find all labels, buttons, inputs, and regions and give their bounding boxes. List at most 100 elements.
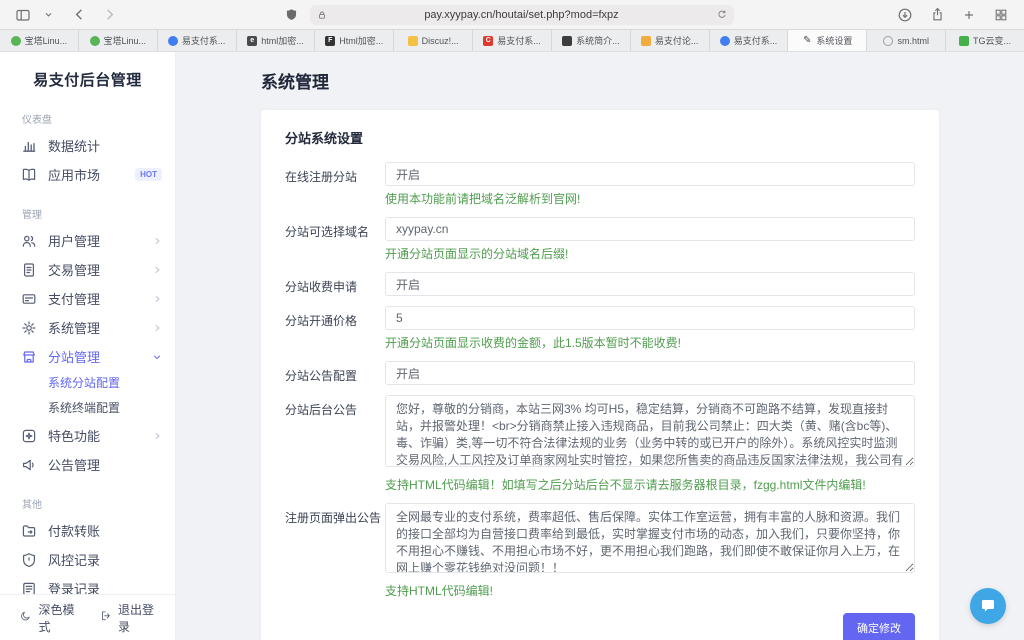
notice-config-input[interactable] [385, 361, 915, 385]
back-button[interactable] [68, 4, 90, 26]
field-hint: 开通分站页面显示收费的金额，此1.5版本暂时不能收费! [385, 334, 915, 351]
page-title: 系统管理 [261, 68, 939, 93]
register-popup-textarea[interactable]: 全网最专业的支付系统，费率超低、售后保障。实体工作室运营，拥有丰富的人脉和资源。… [385, 503, 915, 573]
sidebar-item-label: 分站管理 [48, 347, 152, 366]
book-icon [21, 167, 37, 183]
tab-label: sm.html [897, 36, 929, 46]
sidebar-item-label: 数据统计 [48, 136, 162, 155]
sidebar-item-features[interactable]: 特色功能 [0, 421, 175, 450]
sidebar-item-market[interactable]: 应用市场 HOT [0, 160, 175, 189]
card-icon [21, 291, 37, 307]
field-label: 分站开通价格 [285, 306, 385, 351]
field-hint: 开通分站页面显示的分站域名后缀! [385, 245, 915, 262]
baota-favicon [11, 36, 21, 46]
sidebar-item-label: 风控记录 [48, 550, 162, 569]
form-row: 分站收费申请 [285, 272, 915, 296]
online-register-input[interactable] [385, 162, 915, 186]
sidebar-item-risk[interactable]: 风控记录 [0, 545, 175, 574]
tab-label: 易支付系... [182, 34, 226, 47]
lock-icon [317, 10, 327, 20]
speaker-icon [21, 457, 37, 473]
tab-epay-forum[interactable]: 易支付论... [631, 30, 710, 51]
sidebar-item-pay[interactable]: 支付管理 [0, 284, 175, 313]
bar-chart-icon [21, 138, 37, 154]
logout-label: 退出登录 [118, 601, 155, 635]
tab-system-settings-active[interactable]: ✎系统设置 [788, 30, 867, 51]
logout-button[interactable]: 退出登录 [100, 601, 156, 635]
sidebar-item-system[interactable]: 系统管理 [0, 313, 175, 342]
chevron-right-icon [152, 294, 162, 304]
tab-label: html加密... [261, 34, 304, 47]
address-bar[interactable]: pay.xyypay.cn/houtai/set.php?mod=fxpz [310, 5, 734, 25]
downloads-button[interactable] [894, 4, 916, 26]
tab-tg-cloud[interactable]: TG云变... [946, 30, 1024, 51]
tab-sm-html[interactable]: sm.html [867, 30, 946, 51]
tab-discuz[interactable]: Discuz!... [394, 30, 473, 51]
refresh-button[interactable] [716, 9, 727, 20]
tab-label: 易支付系... [497, 34, 541, 47]
field-hint: 支持HTML代码编辑！如填写之后分站后台不显示请去服务器根目录，fzgg.htm… [385, 476, 915, 493]
url-text: pay.xyypay.cn/houtai/set.php?mod=fxpz [327, 9, 716, 21]
card-title: 分站系统设置 [285, 128, 915, 147]
sidebar-item-label: 系统管理 [48, 318, 152, 337]
sidebar-subitem-terminal-config[interactable]: 系统终端配置 [0, 396, 175, 421]
discuz-favicon [408, 36, 418, 46]
tab-epay-2[interactable]: C易支付系... [473, 30, 552, 51]
sidebar-item-label: 支付管理 [48, 289, 152, 308]
field-label: 分站可选择域名 [285, 217, 385, 262]
tab-label: 系统简介... [576, 34, 620, 47]
field-hint: 支持HTML代码编辑! [385, 582, 915, 599]
tab-label: Html加密... [339, 34, 383, 47]
sidebar-item-loginlog[interactable]: 登录记录 [0, 574, 175, 594]
file-icon [21, 262, 37, 278]
fee-apply-input[interactable] [385, 272, 915, 296]
forum-favicon [641, 36, 651, 46]
chevron-right-icon [152, 431, 162, 441]
form-row: 注册页面弹出公告 全网最专业的支付系统，费率超低、售后保障。实体工作室运营，拥有… [285, 503, 915, 599]
chevron-down-icon[interactable] [42, 4, 54, 26]
browser-chrome: pay.xyypay.cn/houtai/set.php?mod=fxpz [0, 0, 1024, 30]
sidebar-item-notice[interactable]: 公告管理 [0, 450, 175, 479]
tab-system-intro[interactable]: 系统简介... [552, 30, 631, 51]
form-row: 在线注册分站 使用本功能前请把域名泛解析到官网! [285, 162, 915, 207]
tab-baota-2[interactable]: 宝塔Linu... [79, 30, 158, 51]
confirm-modify-button[interactable]: 确定修改 [843, 613, 915, 640]
backend-notice-textarea[interactable]: 您好，尊敬的分销商，本站三网3% 均可H5，稳定结算，分销商不可跑路不结算，发现… [385, 395, 915, 467]
share-button[interactable] [926, 4, 948, 26]
domain-input[interactable] [385, 217, 915, 241]
tab-label: 易支付系... [734, 34, 778, 47]
chevron-right-icon [152, 323, 162, 333]
sidebar-toggle-button[interactable] [12, 4, 34, 26]
logout-icon [100, 610, 112, 625]
sidebar-subitem-subsite-config[interactable]: 系统分站配置 [0, 371, 175, 396]
chat-bubble-button[interactable] [970, 588, 1006, 624]
tab-overview-button[interactable] [990, 4, 1012, 26]
tab-label: Discuz!... [422, 36, 459, 46]
users-icon [21, 233, 37, 249]
tab-baota-1[interactable]: 宝塔Linu... [0, 30, 79, 51]
tab-label: 易支付论... [655, 34, 699, 47]
forward-button[interactable] [98, 4, 120, 26]
sidebar-item-transfer[interactable]: 付款转账 [0, 516, 175, 545]
content-blocker-shield-icon[interactable] [280, 4, 302, 26]
field-label: 注册页面弹出公告 [285, 503, 385, 599]
section-label-other: 其他 [0, 479, 175, 516]
sidebar-item-subsite[interactable]: 分站管理 [0, 342, 175, 371]
dark-mode-toggle[interactable]: 深色模式 [20, 601, 76, 635]
field-label: 分站收费申请 [285, 272, 385, 296]
tab-epay-3[interactable]: 易支付系... [710, 30, 789, 51]
tab-html-encrypt-1[interactable]: ehtml加密... [237, 30, 316, 51]
sidebar-item-label: 公告管理 [48, 455, 162, 474]
field-label: 分站后台公告 [285, 395, 385, 493]
new-tab-button[interactable] [958, 4, 980, 26]
sidebar-item-trade[interactable]: 交易管理 [0, 255, 175, 284]
sidebar-item-users[interactable]: 用户管理 [0, 226, 175, 255]
tab-epay-1[interactable]: 易支付系... [158, 30, 237, 51]
html-tool-favicon: F [325, 36, 335, 46]
tab-html-encrypt-2[interactable]: F Html加密... [315, 30, 394, 51]
hot-badge: HOT [135, 168, 162, 181]
app-title: 易支付后台管理 [0, 52, 175, 94]
form-row: 分站开通价格 开通分站页面显示收费的金额，此1.5版本暂时不能收费! [285, 306, 915, 351]
price-input[interactable] [385, 306, 915, 330]
sidebar-item-stats[interactable]: 数据统计 [0, 131, 175, 160]
